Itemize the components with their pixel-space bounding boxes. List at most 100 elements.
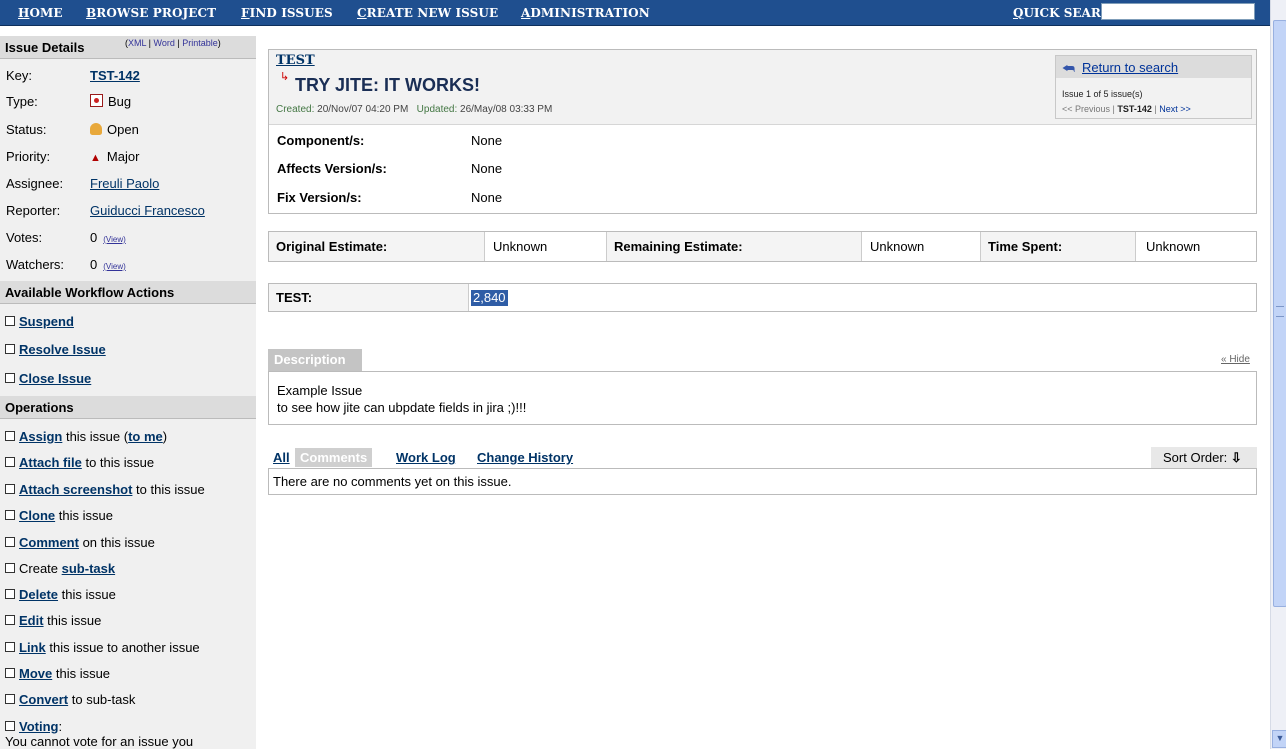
operation-convert[interactable]: Convert to sub-task	[5, 692, 135, 707]
nav-browse-mnemonic: B	[86, 6, 97, 20]
printable-view-link[interactable]: Printable	[182, 38, 218, 48]
return-to-search-link[interactable]: Return to search	[1082, 60, 1178, 75]
operation-comment[interactable]: Comment on this issue	[5, 535, 155, 550]
convert-link[interactable]: Convert	[19, 692, 68, 707]
nav-home-label: OME	[29, 6, 63, 20]
workflow-action-suspend[interactable]: Suspend	[5, 314, 74, 329]
tab-change-history[interactable]: Change History	[477, 448, 573, 467]
assignee-label: Assignee:	[6, 176, 64, 191]
status-label: Status:	[6, 122, 47, 137]
workflow-action-close[interactable]: Close Issue	[5, 371, 91, 386]
hide-description-link[interactable]: « Hide	[1221, 354, 1250, 365]
next-issue-link[interactable]: Next >>	[1159, 104, 1191, 114]
xml-view-link[interactable]: XML	[128, 38, 146, 48]
bullet-icon	[5, 615, 15, 625]
affects-version-label: Affects Version/s:	[277, 161, 387, 176]
voting-text: :	[58, 719, 63, 734]
move-text: this issue	[52, 666, 111, 681]
reporter-label: Reporter:	[6, 203, 61, 218]
issue-sidebar: Issue Details (XML | Word | Printable) K…	[0, 36, 256, 749]
tab-comments[interactable]: Comments	[295, 448, 373, 467]
move-link[interactable]: Move	[19, 666, 52, 681]
reporter-link[interactable]: Guiducci Francesco	[90, 203, 205, 218]
view-voters-link[interactable]: (View)	[103, 235, 126, 244]
create-subtask-link[interactable]: sub-task	[62, 561, 115, 576]
operation-attach-file[interactable]: Attach file to this issue	[5, 455, 154, 470]
suspend-link[interactable]: Suspend	[19, 314, 74, 329]
nav-create-label: REATE NEW ISSUE	[366, 6, 499, 20]
operation-link[interactable]: Link this issue to another issue	[5, 640, 200, 655]
voting-link[interactable]: Voting	[19, 719, 58, 734]
view-watchers-link[interactable]: (View)	[103, 262, 126, 271]
operation-attach-screenshot[interactable]: Attach screenshot to this issue	[5, 482, 205, 497]
nav-home[interactable]: HOME	[18, 6, 63, 20]
operation-clone[interactable]: Clone this issue	[5, 508, 113, 523]
word-view-link[interactable]: Word	[154, 38, 175, 48]
nav-find-issues[interactable]: FIND ISSUES	[241, 6, 333, 20]
navigator-header: ⮪ Return to search	[1056, 56, 1251, 78]
resolve-issue-link[interactable]: Resolve Issue	[19, 342, 106, 357]
attach-file-link[interactable]: Attach file	[19, 455, 82, 470]
assign-link[interactable]: Assign	[19, 429, 62, 444]
link-issue-link[interactable]: Link	[19, 640, 46, 655]
time-spent-value: Unknown	[1146, 239, 1201, 254]
close-issue-link[interactable]: Close Issue	[19, 371, 91, 386]
assignee-link[interactable]: Freuli Paolo	[90, 176, 159, 191]
bullet-icon	[5, 537, 15, 547]
scroll-down-arrow-icon[interactable]: ▼	[1272, 730, 1286, 748]
comment-link[interactable]: Comment	[19, 535, 79, 550]
original-estimate-label: Original Estimate:	[269, 232, 485, 261]
workflow-action-resolve[interactable]: Resolve Issue	[5, 342, 106, 357]
operation-create-subtask[interactable]: Create sub-task	[5, 561, 115, 576]
fix-version-label: Fix Version/s:	[277, 190, 362, 205]
vertical-scrollbar[interactable]: ▼	[1270, 0, 1286, 749]
bullet-icon	[5, 694, 15, 704]
edit-link[interactable]: Edit	[19, 613, 44, 628]
time-spent-label: Time Spent:	[981, 232, 1136, 261]
attach-screenshot-link[interactable]: Attach screenshot	[19, 482, 132, 497]
clone-link[interactable]: Clone	[19, 508, 55, 523]
operation-delete[interactable]: Delete this issue	[5, 587, 116, 602]
bullet-icon	[5, 431, 15, 441]
type-value: Bug	[108, 94, 132, 109]
remaining-estimate-label: Remaining Estimate:	[607, 232, 862, 261]
nav-browse-label: ROWSE PROJECT	[96, 6, 217, 20]
scrollbar-thumb[interactable]	[1273, 20, 1286, 607]
bullet-icon	[5, 484, 15, 494]
issue-details-heading: Issue Details (XML | Word | Printable)	[0, 36, 256, 59]
operation-voting[interactable]: Voting:	[5, 719, 62, 734]
description-line-1: Example Issue	[277, 383, 363, 398]
sort-arrow-icon[interactable]: ⇩	[1231, 450, 1242, 465]
project-link[interactable]: TEST	[276, 53, 315, 68]
clone-text: this issue	[55, 508, 113, 523]
search-navigator: ⮪ Return to search Issue 1 of 5 issue(s)…	[1055, 55, 1252, 119]
tab-work-log[interactable]: Work Log	[396, 448, 456, 467]
bullet-icon	[5, 457, 15, 467]
issue-title-bar: TEST ↳ TRY JITE: IT WORKS! Created: 20/N…	[269, 50, 1256, 125]
nav-browse-project[interactable]: BROWSE PROJECT	[86, 6, 216, 20]
current-issue-key: TST-142	[1117, 104, 1152, 114]
issue-key-link[interactable]: TST-142	[90, 68, 140, 83]
assign-to-me-link[interactable]: to me	[128, 429, 163, 444]
operation-assign[interactable]: Assign this issue (to me)	[5, 429, 167, 444]
tab-all[interactable]: All	[273, 448, 290, 467]
watchers-count: 0	[90, 257, 98, 272]
issue-details-title: Issue Details	[5, 40, 85, 55]
operation-move[interactable]: Move this issue	[5, 666, 110, 681]
affects-version-value: None	[471, 161, 503, 176]
comment-text: on this issue	[78, 535, 155, 550]
nav-create-new-issue[interactable]: CREATE NEW ISSUE	[357, 6, 498, 20]
test-field-value[interactable]: 2,840	[471, 290, 508, 306]
nav-administration[interactable]: ADMINISTRATION	[521, 6, 650, 20]
sort-order-control[interactable]: Sort Order: ⇩	[1151, 447, 1257, 468]
return-arrow-icon[interactable]: ⮪	[1062, 60, 1075, 77]
operation-edit[interactable]: Edit this issue	[5, 613, 101, 628]
nav-admin-label: DMINISTRATION	[530, 6, 650, 20]
major-priority-arrow-icon: ▲	[90, 152, 101, 164]
delete-link[interactable]: Delete	[19, 587, 58, 602]
priority-label: Priority:	[6, 149, 51, 164]
quick-search-input[interactable]	[1101, 3, 1255, 20]
original-estimate-value: Unknown	[485, 232, 607, 261]
created-label: Created:	[276, 104, 315, 115]
scrollbar-grip-icon	[1276, 306, 1284, 317]
